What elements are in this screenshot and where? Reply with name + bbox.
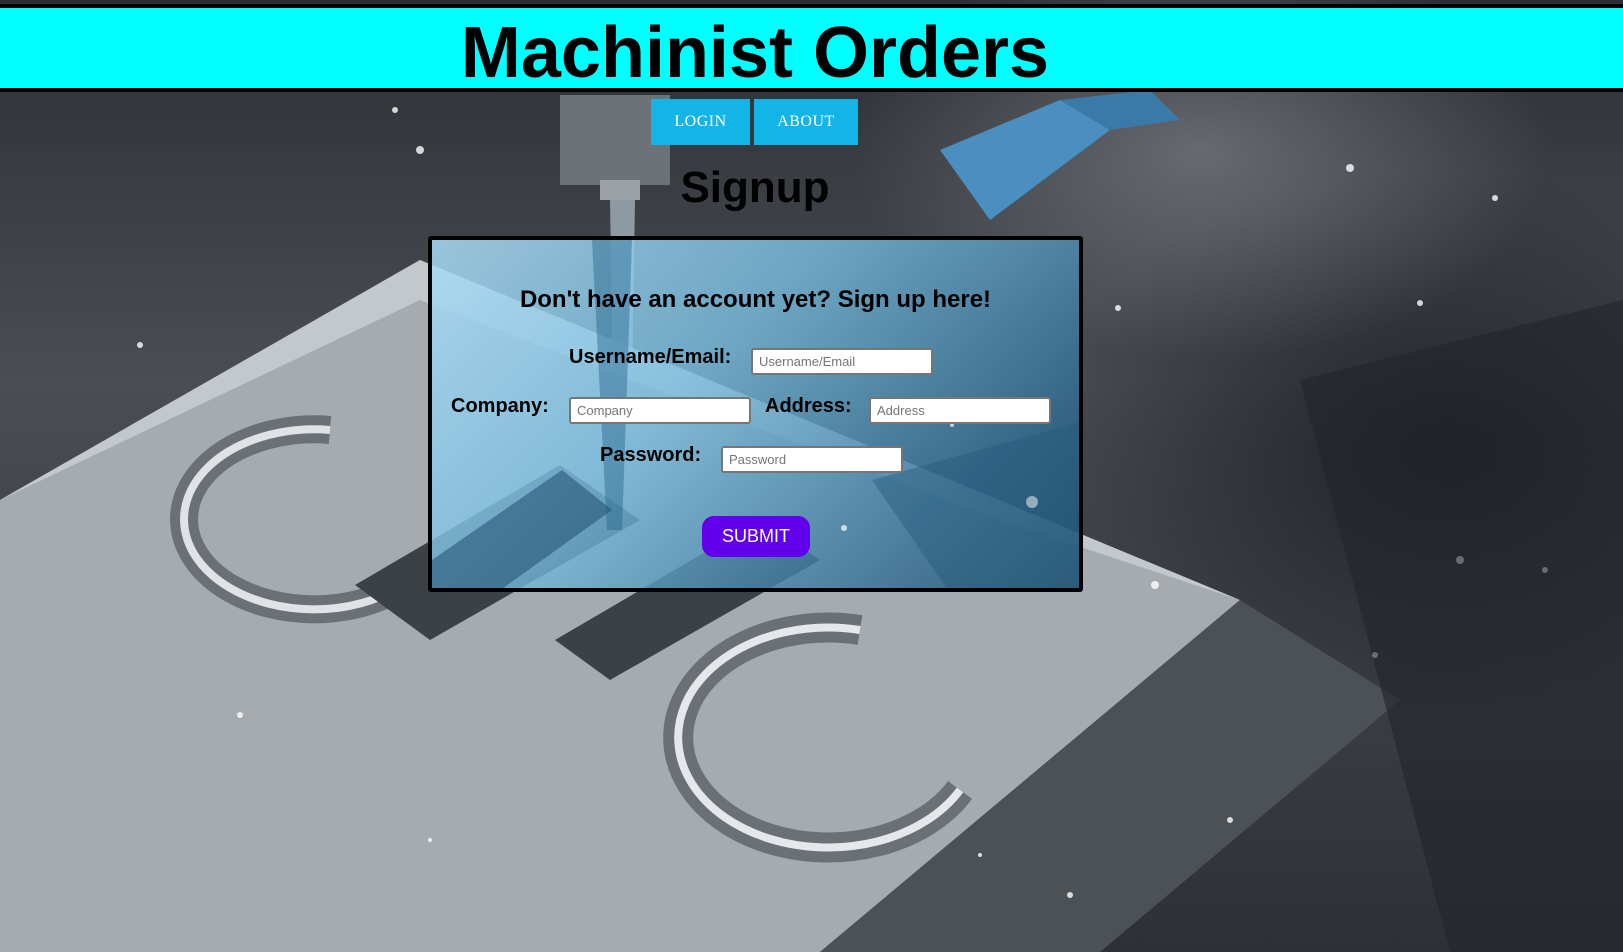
username-label: Username/Email: (569, 346, 732, 368)
login-button[interactable]: LOGIN (651, 99, 750, 145)
address-input[interactable] (869, 397, 1051, 424)
company-input[interactable] (569, 397, 751, 424)
signup-form: Don't have an account yet? Sign up here!… (428, 236, 1083, 592)
page-title: Signup (680, 163, 830, 212)
signup-subtitle: Don't have an account yet? Sign up here! (519, 286, 992, 313)
site-header: Machinist Orders (0, 4, 1623, 93)
about-button[interactable]: ABOUT (754, 99, 858, 145)
company-label: Company: (451, 395, 549, 417)
password-label: Password: (600, 444, 702, 466)
site-title: Machinist Orders (460, 13, 1050, 93)
address-label: Address: (765, 395, 852, 417)
submit-button[interactable]: SUBMIT (702, 516, 810, 557)
password-input[interactable] (721, 446, 903, 473)
top-nav: LOGIN ABOUT (651, 99, 858, 145)
username-email-input[interactable] (751, 348, 933, 375)
